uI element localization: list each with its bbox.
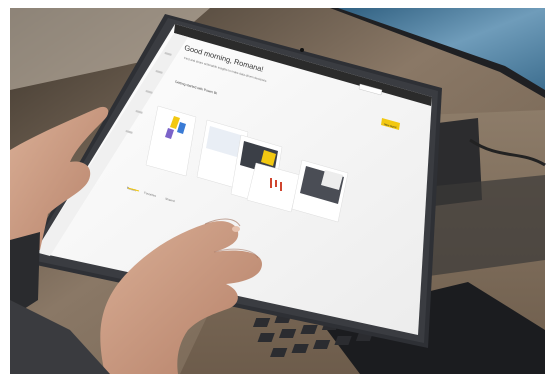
photograph: Good morning, Romana! Find and share act…: [10, 8, 546, 374]
camera-dot: [300, 48, 304, 52]
photo-scene: Good morning, Romana! Find and share act…: [0, 0, 548, 378]
